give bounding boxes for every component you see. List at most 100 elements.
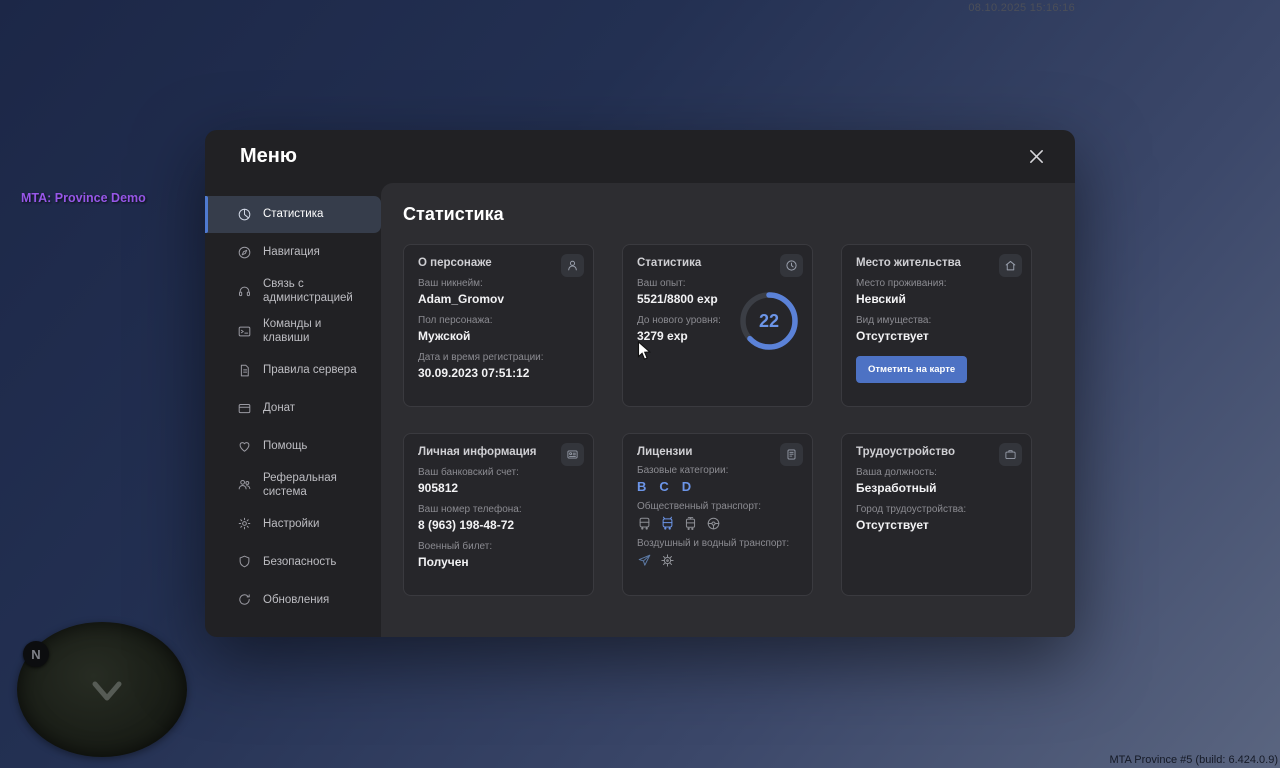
compass-north-badge: N	[23, 641, 49, 667]
sidebar-item-security[interactable]: Безопасность	[205, 543, 381, 580]
category-b: B	[637, 479, 647, 494]
sidebar-item-statistics[interactable]: Статистика	[205, 196, 381, 233]
mark-on-map-button[interactable]: Отметить на карте	[856, 356, 968, 383]
people-icon	[237, 477, 252, 492]
card-title: Личная информация	[418, 446, 537, 458]
category-c: C	[659, 479, 669, 494]
minimap: N	[17, 622, 187, 757]
card-icon	[237, 401, 252, 416]
sidebar-item-rules[interactable]: Правила сервера	[205, 352, 381, 389]
menu-modal: Меню Статистика Навигация Связь с админи…	[205, 130, 1075, 637]
sidebar-item-label: Безопасность	[263, 555, 337, 568]
field-label: Ваш банковский счет:	[418, 467, 519, 478]
license-categories: B C D	[637, 479, 798, 494]
field-value: Мужской	[418, 329, 471, 343]
category-d: D	[681, 479, 692, 494]
document-icon	[237, 363, 252, 378]
card-title: Статистика	[637, 257, 702, 269]
steering-wheel-icon	[706, 516, 721, 531]
field-value: Adam_Gromov	[418, 292, 505, 306]
sidebar-item-label: Помощь	[263, 439, 308, 452]
card-title: Лицензии	[637, 446, 693, 458]
field-label: Ваша должность:	[856, 467, 937, 478]
field-value: Отсутствует	[856, 329, 929, 343]
card-employment: Трудоустройство Ваша должность: Безработ…	[841, 433, 1032, 596]
content-panel: Статистика О персонаже Ваш никнейм: Adam…	[381, 183, 1075, 637]
shield-icon	[237, 554, 252, 569]
public-transport-licenses	[637, 516, 798, 531]
sidebar-item-label: Донат	[263, 401, 296, 414]
sidebar-item-label: Связь с администрацией	[263, 278, 353, 305]
field-label: Ваш номер телефона:	[418, 504, 522, 515]
close-button[interactable]	[1021, 142, 1051, 172]
card-licenses: Лицензии Базовые категории: B C D Общест…	[622, 433, 813, 596]
stats-icon	[237, 207, 252, 222]
brand-watermark: MTA: Province Demo	[21, 191, 146, 205]
field-value: 905812	[418, 481, 459, 495]
sidebar-item-help[interactable]: Помощь	[205, 428, 381, 465]
field-label: Дата и время регистрации:	[418, 352, 544, 363]
modal-body: Статистика Навигация Связь с администрац…	[205, 183, 1075, 637]
modal-header: Меню	[205, 130, 1075, 183]
history-clock-icon	[780, 254, 803, 277]
sidebar-item-label: Команды и клавиши	[263, 317, 322, 345]
sidebar-item-navigation[interactable]: Навигация	[205, 234, 381, 271]
level-value: 22	[758, 310, 780, 331]
plane-icon	[637, 553, 652, 568]
card-title: Место жительства	[856, 257, 961, 269]
sidebar-item-label: Статистика	[263, 208, 324, 221]
briefcase-icon	[999, 443, 1022, 466]
sidebar-item-updates[interactable]: Обновления	[205, 581, 381, 618]
sidebar-item-label: Обновления	[263, 593, 330, 606]
sidebar-item-donate[interactable]: Донат	[205, 390, 381, 427]
field-label: Ваш опыт:	[637, 278, 686, 289]
sidebar: Статистика Навигация Связь с администрац…	[205, 183, 381, 637]
hud-timestamp: 08.10.2025 15:16:16	[968, 2, 1075, 14]
field-label: Воздушный и водный транспорт:	[637, 538, 790, 549]
license-doc-icon	[780, 443, 803, 466]
ship-helm-icon	[660, 553, 675, 568]
home-icon	[999, 254, 1022, 277]
sidebar-item-label: Настройки	[263, 517, 320, 530]
page-title: Статистика	[403, 204, 504, 224]
close-icon	[1029, 150, 1043, 163]
field-label: Город трудоустройства:	[856, 504, 967, 515]
level-progress-ring: 22	[739, 291, 799, 351]
field-value: Безработный	[856, 481, 937, 495]
field-value: 30.09.2023 07:51:12	[418, 366, 530, 380]
card-residence: Место жительства Место проживания: Невск…	[841, 244, 1032, 407]
heart-icon	[237, 439, 252, 454]
trolleybus-icon	[660, 516, 675, 531]
terminal-icon	[237, 324, 252, 339]
gear-icon	[237, 516, 252, 531]
field-label: Вид имущества:	[856, 315, 932, 326]
air-water-licenses	[637, 553, 798, 568]
tram-icon	[683, 516, 698, 531]
card-character: О персонаже Ваш никнейм: Adam_Gromov Пол…	[403, 244, 594, 407]
card-title: О персонаже	[418, 257, 492, 269]
field-value: Получен	[418, 555, 469, 569]
sidebar-item-label: Навигация	[263, 246, 320, 259]
sidebar-item-admin-contact[interactable]: Связь с администрацией	[205, 272, 381, 311]
refresh-icon	[237, 592, 252, 607]
card-title: Трудоустройство	[856, 446, 955, 458]
field-label: Военный билет:	[418, 541, 493, 552]
sidebar-item-referral[interactable]: Реферальная система	[205, 466, 381, 505]
field-value: 8 (963) 198-48-72	[418, 518, 515, 532]
mouse-cursor	[637, 341, 652, 360]
field-label: Общественный транспорт:	[637, 501, 762, 512]
player-marker-icon	[92, 681, 122, 701]
headset-icon	[237, 284, 252, 299]
build-info: MTA Province #5 (build: 6.424.0.9)	[1109, 754, 1278, 766]
sidebar-item-label: Правила сервера	[263, 363, 357, 376]
person-icon	[561, 254, 584, 277]
field-label: Место проживания:	[856, 278, 947, 289]
id-card-icon	[561, 443, 584, 466]
card-stats: Статистика Ваш опыт: 5521/8800 exp До но…	[622, 244, 813, 407]
cards-grid: О персонаже Ваш никнейм: Adam_Gromov Пол…	[403, 244, 1053, 596]
field-label: Пол персонажа:	[418, 315, 493, 326]
sidebar-item-commands[interactable]: Команды и клавиши	[205, 312, 381, 351]
field-label: Ваш никнейм:	[418, 278, 483, 289]
menu-title: Меню	[240, 145, 297, 167]
sidebar-item-settings[interactable]: Настройки	[205, 505, 381, 542]
